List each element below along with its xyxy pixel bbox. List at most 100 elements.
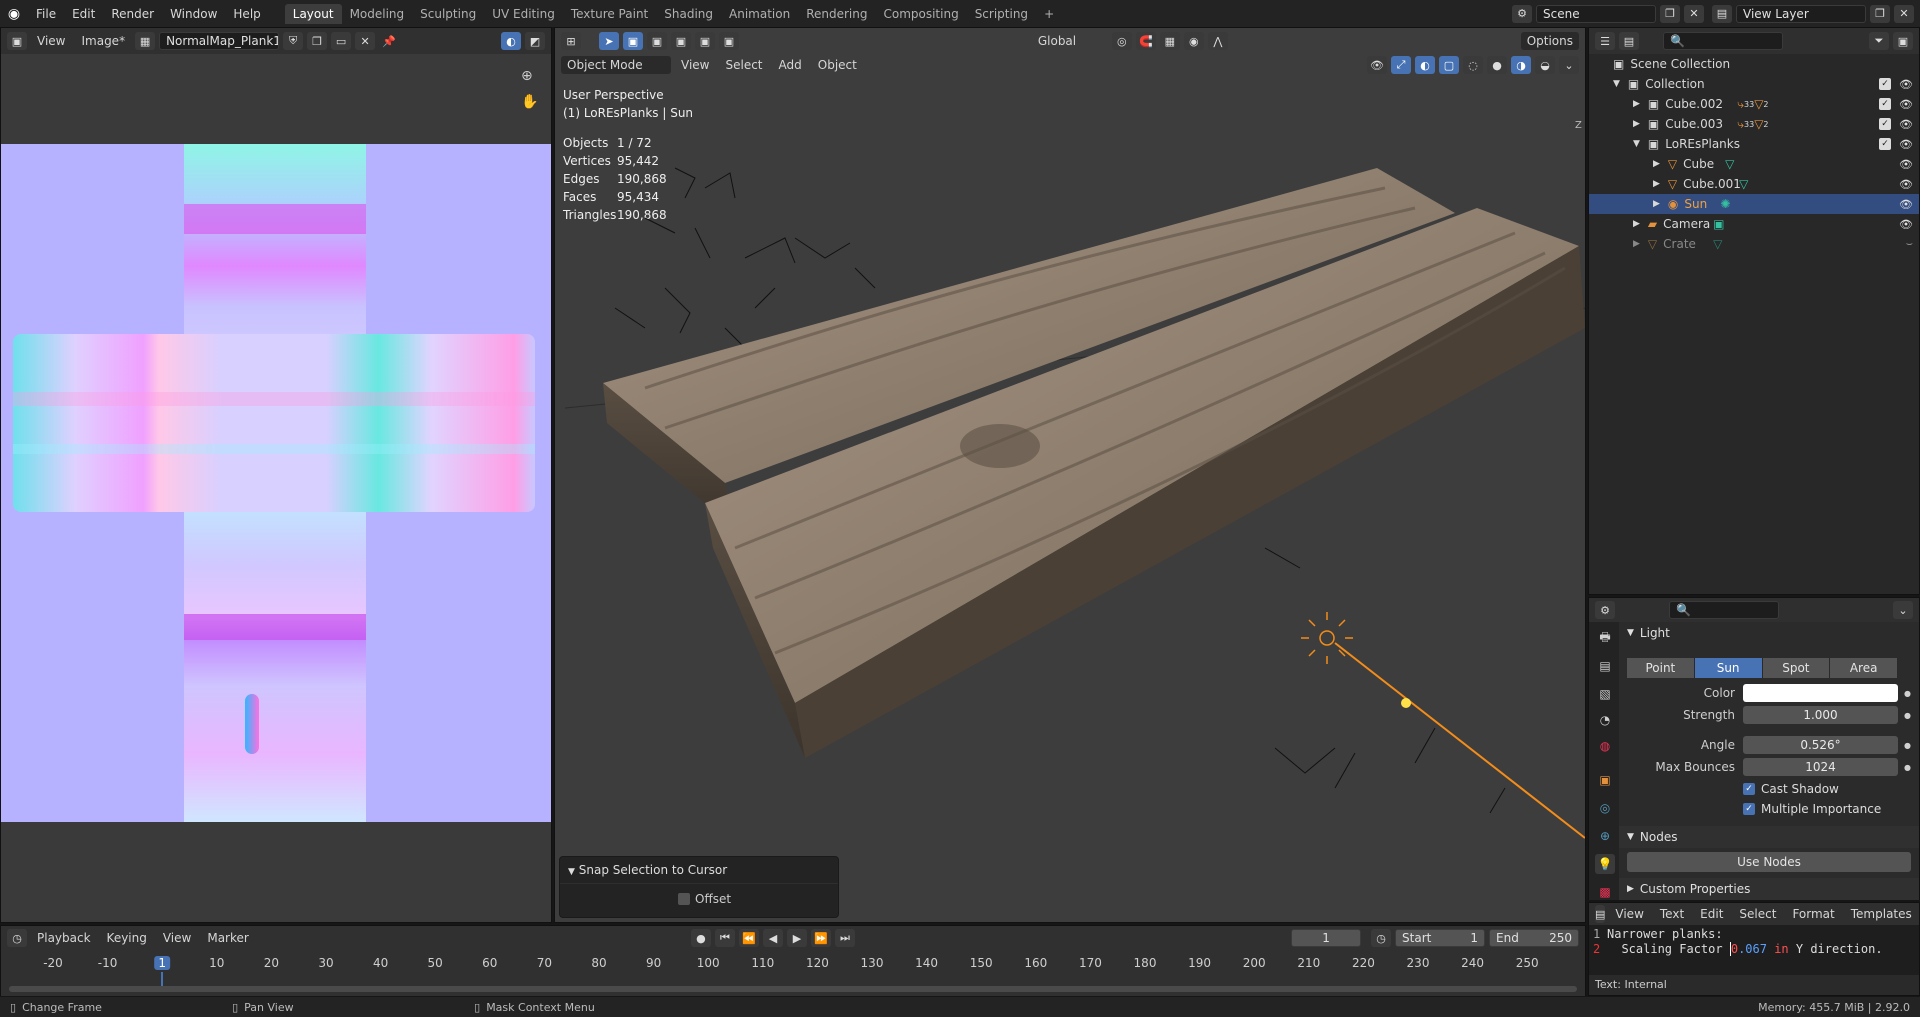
- add-workspace-icon[interactable]: +: [1036, 4, 1062, 24]
- custom-properties-header[interactable]: ▶ Custom Properties: [1619, 878, 1919, 900]
- expand-arrow-icon[interactable]: ▼: [1613, 79, 1620, 89]
- menu-edit[interactable]: Edit: [64, 7, 103, 21]
- outliner-row-scene-collection[interactable]: ▣ Scene Collection: [1589, 54, 1919, 74]
- timeline-menu-keying[interactable]: Keying: [101, 929, 153, 947]
- light-section-header[interactable]: ▼ Light: [1619, 622, 1919, 644]
- properties-options-icon[interactable]: ⌄: [1893, 601, 1913, 619]
- keyframe-dot-icon[interactable]: ●: [1904, 741, 1911, 750]
- image-name-field[interactable]: NormalMap_Plank1: [159, 32, 280, 50]
- timeline-ruler[interactable]: -20 -10 1 10 20 30 40 50 60 70 80 90 100 110 120 130 140…: [1, 950, 1585, 996]
- angle-field[interactable]: 0.526°: [1743, 736, 1898, 754]
- cast-shadow-checkbox[interactable]: ✓: [1743, 783, 1755, 795]
- jump-keyframe-back-icon[interactable]: ⏪: [738, 929, 759, 947]
- timeline-scrollbar[interactable]: [9, 986, 1577, 992]
- exclude-checkbox[interactable]: ✓: [1879, 138, 1891, 150]
- play-icon[interactable]: ▶: [786, 929, 807, 947]
- new-scene-icon[interactable]: ❐: [1660, 4, 1680, 23]
- text-menu-view[interactable]: View: [1609, 905, 1649, 923]
- tab-layout[interactable]: Layout: [284, 3, 342, 24]
- play-reverse-icon[interactable]: ◀: [762, 929, 783, 947]
- image-view-menu[interactable]: View: [31, 32, 71, 50]
- object-tab-icon[interactable]: ▣: [1595, 770, 1615, 790]
- expand-arrow-icon[interactable]: ▶: [1653, 159, 1660, 169]
- last-operator-title[interactable]: ▼ Snap Selection to Cursor: [560, 857, 838, 884]
- tab-rendering[interactable]: Rendering: [798, 4, 875, 24]
- constraints-tab-icon[interactable]: ⊕: [1595, 826, 1615, 846]
- editor-type-icon[interactable]: ▣: [7, 32, 27, 50]
- jump-keyframe-forward-icon[interactable]: ⏩: [810, 929, 831, 947]
- text-menu-format[interactable]: Format: [1786, 905, 1840, 923]
- tab-compositing[interactable]: Compositing: [875, 4, 966, 24]
- sun-light-icon[interactable]: [1301, 612, 1353, 664]
- view-layer-icon[interactable]: ▤: [1712, 4, 1732, 23]
- open-image-icon[interactable]: ▭: [331, 32, 352, 50]
- visibility-eye-icon[interactable]: 👁: [1899, 138, 1913, 151]
- menu-render[interactable]: Render: [103, 7, 162, 21]
- new-view-layer-icon[interactable]: ❐: [1870, 4, 1890, 23]
- outliner-row-collection[interactable]: ▼ ▣ Collection ✓ 👁: [1589, 74, 1919, 94]
- tab-texture-paint[interactable]: Texture Paint: [563, 4, 656, 24]
- jump-start-icon[interactable]: ⏮: [714, 929, 735, 947]
- visibility-eye-icon[interactable]: 👁: [1899, 98, 1913, 111]
- duplicate-image-icon[interactable]: ❐: [307, 32, 328, 50]
- normal-map-image[interactable]: [1, 144, 551, 822]
- viewport-3d[interactable]: ⊞ ➤ ▣ ▣ ▣ ▣ ▣ Global ◎ 🧲 ▦ ◉ ⋀ Options O…: [554, 27, 1586, 923]
- filter-icon[interactable]: ⏷: [1869, 32, 1889, 50]
- image-menu[interactable]: Image*: [75, 32, 131, 50]
- timeline-menu-playback[interactable]: Playback: [31, 929, 97, 947]
- texture-tab-icon[interactable]: ▩: [1595, 882, 1615, 902]
- light-type-spot[interactable]: Spot: [1762, 658, 1831, 678]
- outliner-row-cube-001[interactable]: ▶ ▽ Cube.001 ▽ 👁: [1589, 174, 1919, 194]
- output-tab-icon[interactable]: ▤: [1595, 656, 1615, 676]
- outliner-editor-type-icon[interactable]: ☰: [1595, 32, 1615, 50]
- keyframe-dot-icon[interactable]: ●: [1904, 689, 1911, 698]
- fake-user-icon[interactable]: ⛨: [283, 32, 304, 50]
- light-type-point[interactable]: Point: [1627, 658, 1695, 678]
- jump-end-icon[interactable]: ⏭: [834, 929, 855, 947]
- tab-sculpting[interactable]: Sculpting: [412, 4, 484, 24]
- visibility-eye-icon[interactable]: 👁: [1899, 158, 1913, 171]
- properties-search[interactable]: 🔍: [1669, 601, 1779, 619]
- text-menu-edit[interactable]: Edit: [1694, 905, 1729, 923]
- light-type-area[interactable]: Area: [1830, 658, 1898, 678]
- preview-range-icon[interactable]: ◷: [1371, 929, 1392, 947]
- use-nodes-button[interactable]: Use Nodes: [1627, 852, 1911, 872]
- timeline-menu-marker[interactable]: Marker: [201, 929, 254, 947]
- tab-shading[interactable]: Shading: [656, 4, 721, 24]
- overlay-icon[interactable]: ◐: [501, 32, 521, 50]
- pin-icon[interactable]: 📌: [379, 32, 399, 50]
- strength-field[interactable]: 1.000: [1743, 706, 1898, 724]
- multiple-importance-row[interactable]: ✓ Multiple Importance: [1619, 798, 1919, 820]
- expand-arrow-icon[interactable]: ▶: [1653, 179, 1660, 189]
- sun-target-handle[interactable]: [1401, 698, 1411, 708]
- offset-checkbox-row[interactable]: Offset: [560, 884, 838, 906]
- tab-uv-editing[interactable]: UV Editing: [484, 4, 563, 24]
- render-tab-icon[interactable]: 🖶: [1595, 628, 1615, 648]
- unlink-image-icon[interactable]: ✕: [355, 32, 376, 50]
- start-frame-field[interactable]: Start 1: [1395, 929, 1486, 947]
- tab-animation[interactable]: Animation: [721, 4, 798, 24]
- offset-checkbox[interactable]: [678, 893, 690, 905]
- nodes-section-header[interactable]: ▼ Nodes: [1619, 826, 1919, 848]
- light-data-tab-icon[interactable]: 💡: [1595, 854, 1615, 874]
- menu-help[interactable]: Help: [225, 7, 268, 21]
- menu-window[interactable]: Window: [162, 7, 225, 21]
- menu-file[interactable]: File: [28, 7, 64, 21]
- visibility-eye-icon[interactable]: 👁: [1899, 118, 1913, 131]
- visibility-eye-icon[interactable]: 👁: [1899, 218, 1913, 231]
- scene-field[interactable]: Scene: [1536, 4, 1656, 23]
- display-mode-icon[interactable]: ▤: [1619, 32, 1639, 50]
- outliner-search[interactable]: 🔍: [1663, 32, 1783, 50]
- pan-hand-icon[interactable]: ✋: [521, 94, 538, 110]
- max-bounces-field[interactable]: 1024: [1743, 758, 1898, 776]
- outliner-row-cube[interactable]: ▶ ▽ Cube ▽ 👁: [1589, 154, 1919, 174]
- text-editor-type-icon[interactable]: ▤: [1595, 905, 1606, 923]
- scene-tab-icon[interactable]: ◔: [1595, 710, 1615, 730]
- visibility-eye-icon[interactable]: 👁: [1899, 178, 1913, 191]
- world-tab-icon[interactable]: ◍: [1595, 736, 1615, 756]
- light-type-sun[interactable]: Sun: [1694, 658, 1763, 678]
- tab-scripting[interactable]: Scripting: [967, 4, 1036, 24]
- expand-arrow-icon[interactable]: ▶: [1633, 239, 1640, 249]
- delete-view-layer-icon[interactable]: ✕: [1894, 4, 1914, 23]
- physics-tab-icon[interactable]: ◎: [1595, 798, 1615, 818]
